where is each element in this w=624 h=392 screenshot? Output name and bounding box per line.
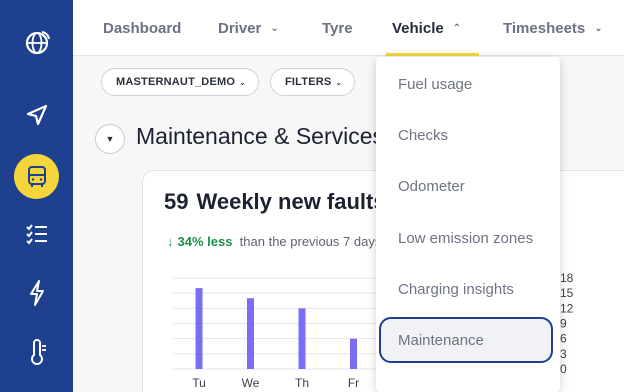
y-tick-label: 15 [560, 286, 574, 300]
vehicle-dropdown-menu: Fuel usage Checks Odometer Low emission … [376, 57, 560, 392]
x-tick-label: We [242, 376, 260, 390]
bar[interactable] [350, 338, 357, 369]
bar[interactable] [195, 288, 203, 369]
menu-item-low-emission-zones[interactable]: Low emission zones [398, 230, 533, 247]
y-tick-label: 9 [560, 317, 567, 331]
bar[interactable] [247, 298, 254, 369]
y-tick-label: 3 [560, 347, 567, 361]
menu-item-fuel-usage[interactable]: Fuel usage [398, 76, 472, 93]
menu-item-odometer[interactable]: Odometer [398, 178, 465, 195]
x-tick-label: Th [295, 376, 309, 390]
y-tick-label: 12 [560, 301, 574, 315]
y-tick-label: 18 [560, 271, 574, 285]
menu-item-charging-insights[interactable]: Charging insights [398, 281, 514, 298]
y-tick-label: 6 [560, 332, 567, 346]
x-tick-label: Fr [348, 376, 359, 390]
menu-item-checks[interactable]: Checks [398, 127, 448, 144]
x-tick-label: Tu [192, 376, 206, 390]
menu-item-maintenance[interactable]: Maintenance [379, 317, 553, 363]
y-tick-label: 0 [560, 362, 567, 376]
bar[interactable] [298, 308, 306, 369]
